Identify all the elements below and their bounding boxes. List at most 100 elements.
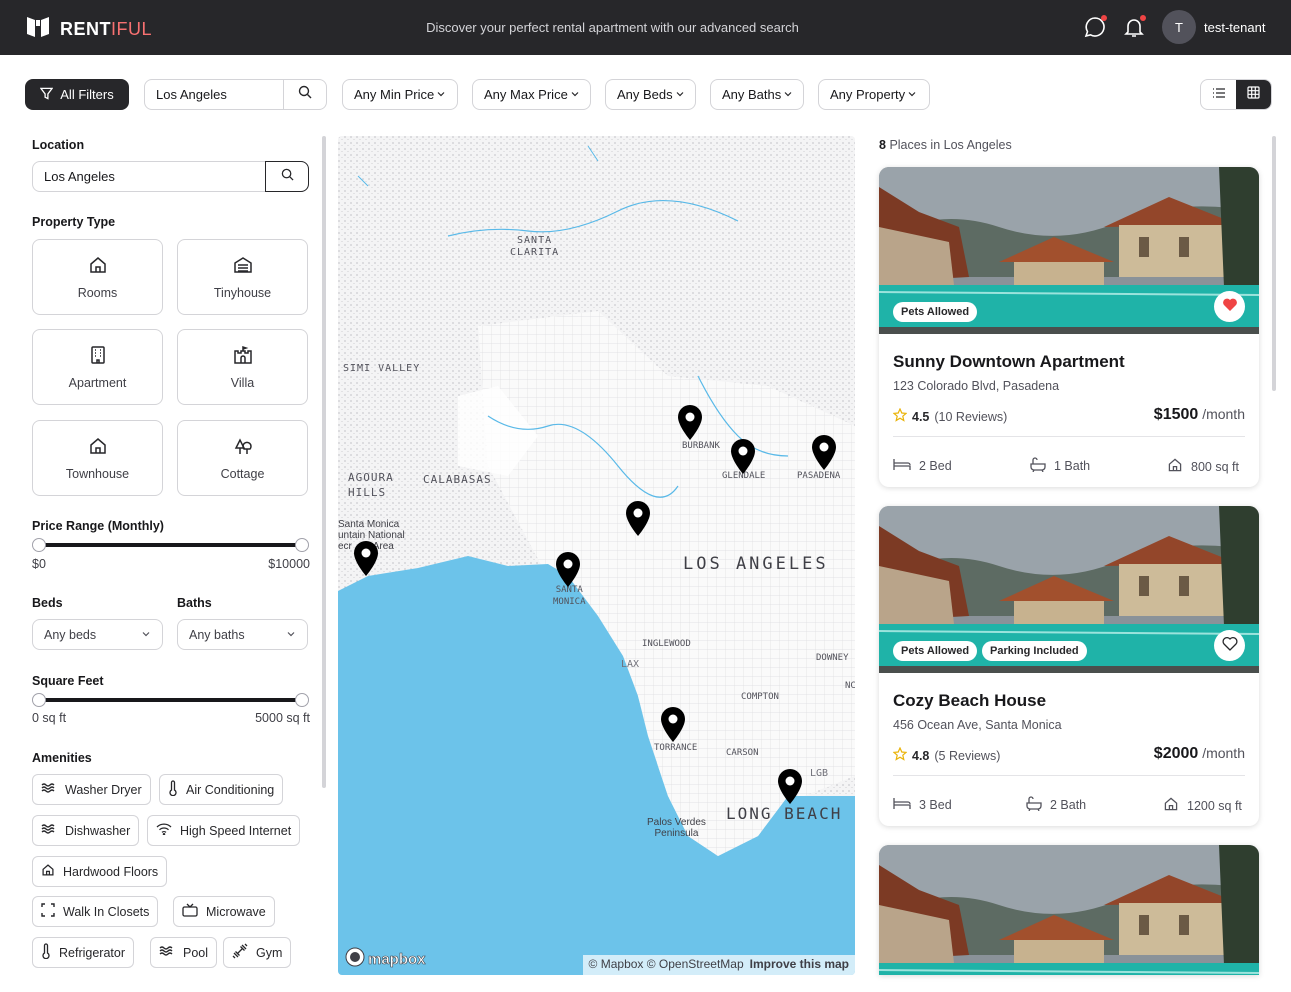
property-type-villa[interactable]: Villa [177, 329, 308, 405]
map-label-agoura-hills: AGOURA HILLS [348, 471, 394, 499]
all-filters-button[interactable]: All Filters [25, 79, 129, 110]
property-type-townhouse[interactable]: Townhouse [32, 420, 163, 496]
wifi-icon [156, 823, 172, 838]
beds-label: Beds [32, 596, 63, 610]
mapbox-logo[interactable]: mapbox [345, 947, 426, 972]
property-type-rooms[interactable]: Rooms [32, 239, 163, 315]
map-label-simi-valley: SIMI VALLEY [343, 363, 421, 374]
amenities-label: Amenities [32, 751, 92, 765]
map[interactable]: SANTA CLARITA SIMI VALLEY AGOURA HILLS CAL… [338, 136, 855, 975]
amenity-refrigerator[interactable]: Refrigerator [32, 937, 134, 968]
listing-baths: 2 Bath [1026, 796, 1086, 814]
maximize-icon [41, 903, 55, 920]
amenity-gym[interactable]: Gym [223, 937, 292, 968]
listing-title[interactable]: Sunny Downtown Apartment [893, 352, 1125, 372]
amenity-microwave[interactable]: Microwave [173, 896, 275, 927]
map-label-carson: CARSON [726, 748, 759, 758]
bath-icon [1026, 796, 1042, 814]
dumbbell-icon [232, 943, 248, 962]
sqft-min-value: 0 sq ft [32, 711, 67, 725]
listing-card[interactable]: Pets Allowed Sunny Downtown Apartment 12… [879, 167, 1259, 487]
property-type-cottage[interactable]: Cottage [177, 420, 308, 496]
amenity-high-speed-internet[interactable]: High Speed Internet [147, 815, 301, 846]
filters-sidebar: Location Los Angeles Property Type Rooms… [32, 136, 310, 976]
castle-icon [233, 345, 253, 368]
property-type-apartment[interactable]: Apartment [32, 329, 163, 405]
search-button[interactable] [284, 80, 326, 109]
beds-dropdown[interactable]: Any Beds [605, 79, 696, 110]
amenity-pool[interactable]: Pool [150, 937, 218, 968]
grid-view-button[interactable] [1236, 80, 1271, 109]
warehouse-icon [233, 255, 253, 278]
listing-card[interactable] [879, 845, 1259, 975]
price-range-slider [32, 538, 309, 552]
bed-icon [893, 457, 911, 474]
location-search-input[interactable]: Los Angeles [145, 80, 284, 109]
map-pin-icon[interactable] [729, 438, 757, 481]
listing-rating: 4.5 (10 Reviews) [892, 407, 1007, 425]
map-pin-icon[interactable] [624, 500, 652, 543]
listing-title[interactable]: Cozy Beach House [893, 691, 1046, 711]
amenity-dishwasher[interactable]: Dishwasher [32, 815, 140, 846]
map-label-santa-clarita: SANTA CLARITA [510, 235, 560, 258]
bath-icon [1030, 457, 1046, 475]
bell-icon[interactable] [1123, 15, 1146, 38]
map-pin-icon[interactable] [676, 404, 704, 447]
list-view-button[interactable] [1201, 80, 1236, 109]
waves-icon [41, 782, 57, 797]
chevron-down-icon [570, 87, 580, 102]
map-attribution: © Mapbox © OpenStreetMap Improve this ma… [582, 955, 855, 975]
waves-icon [41, 823, 57, 838]
property-type-tinyhouse[interactable]: Tinyhouse [177, 239, 308, 315]
improve-map-link[interactable]: Improve this map [750, 957, 849, 973]
amenity-washer-dryer[interactable]: Washer Dryer [32, 774, 151, 805]
chevron-down-icon [141, 628, 151, 642]
map-pin-icon[interactable] [554, 551, 582, 594]
map-pin-icon[interactable] [352, 540, 380, 583]
beds-select[interactable]: Any beds [32, 619, 163, 650]
sidebar-scrollbar[interactable] [322, 136, 326, 788]
sqft-min-handle[interactable] [32, 693, 46, 707]
baths-select[interactable]: Any baths [177, 619, 308, 650]
username[interactable]: test-tenant [1204, 20, 1265, 35]
message-icon[interactable] [1084, 15, 1107, 38]
map-pin-icon[interactable] [810, 434, 838, 477]
listing-rating: 4.8 (5 Reviews) [892, 746, 1000, 764]
baths-dropdown[interactable]: Any Baths [710, 79, 804, 110]
listing-sqft: 800 sq ft [1167, 457, 1239, 476]
sqft-max-value: 5000 sq ft [255, 711, 310, 725]
map-pin-icon[interactable] [659, 706, 687, 749]
divider [893, 775, 1245, 776]
baths-label: Baths [177, 596, 212, 610]
search-icon [281, 168, 294, 186]
listings-scrollbar[interactable] [1272, 136, 1276, 391]
top-navbar: RENTIFUL Discover your perfect rental ap… [0, 0, 1291, 55]
badge-parking-included: Parking Included [982, 641, 1087, 661]
price-max-handle[interactable] [295, 538, 309, 552]
location-input[interactable]: Los Angeles [33, 162, 265, 191]
min-price-dropdown[interactable]: Any Min Price [342, 79, 458, 110]
list-icon [1212, 86, 1226, 104]
grid-icon [1247, 85, 1260, 104]
tv-icon [182, 903, 198, 920]
location-label: Location [32, 138, 85, 152]
listing-beds: 2 Bed [893, 457, 952, 474]
amenity-walk-in-closets[interactable]: Walk In Closets [32, 896, 159, 927]
location-box: Los Angeles [32, 161, 309, 192]
favorite-button[interactable] [1214, 630, 1245, 661]
sqft-max-handle[interactable] [295, 693, 309, 707]
listing-card[interactable]: Pets Allowed Parking Included Cozy Beach… [879, 506, 1259, 826]
location-search-button[interactable] [265, 161, 309, 192]
map-label-los-angeles: LOS ANGELES [683, 554, 829, 574]
price-min-handle[interactable] [32, 538, 46, 552]
star-icon [892, 407, 908, 425]
avatar[interactable]: T [1162, 10, 1196, 44]
property-type-dropdown[interactable]: Any Property [818, 79, 930, 110]
badge-pets-allowed: Pets Allowed [893, 302, 978, 322]
map-pin-icon[interactable] [776, 768, 804, 811]
favorite-button[interactable] [1214, 291, 1245, 322]
amenity-hardwood-floors[interactable]: Hardwood Floors [32, 856, 168, 887]
max-price-dropdown[interactable]: Any Max Price [472, 79, 591, 110]
amenity-air-conditioning[interactable]: Air Conditioning [159, 774, 284, 805]
thermometer-icon [168, 780, 178, 799]
